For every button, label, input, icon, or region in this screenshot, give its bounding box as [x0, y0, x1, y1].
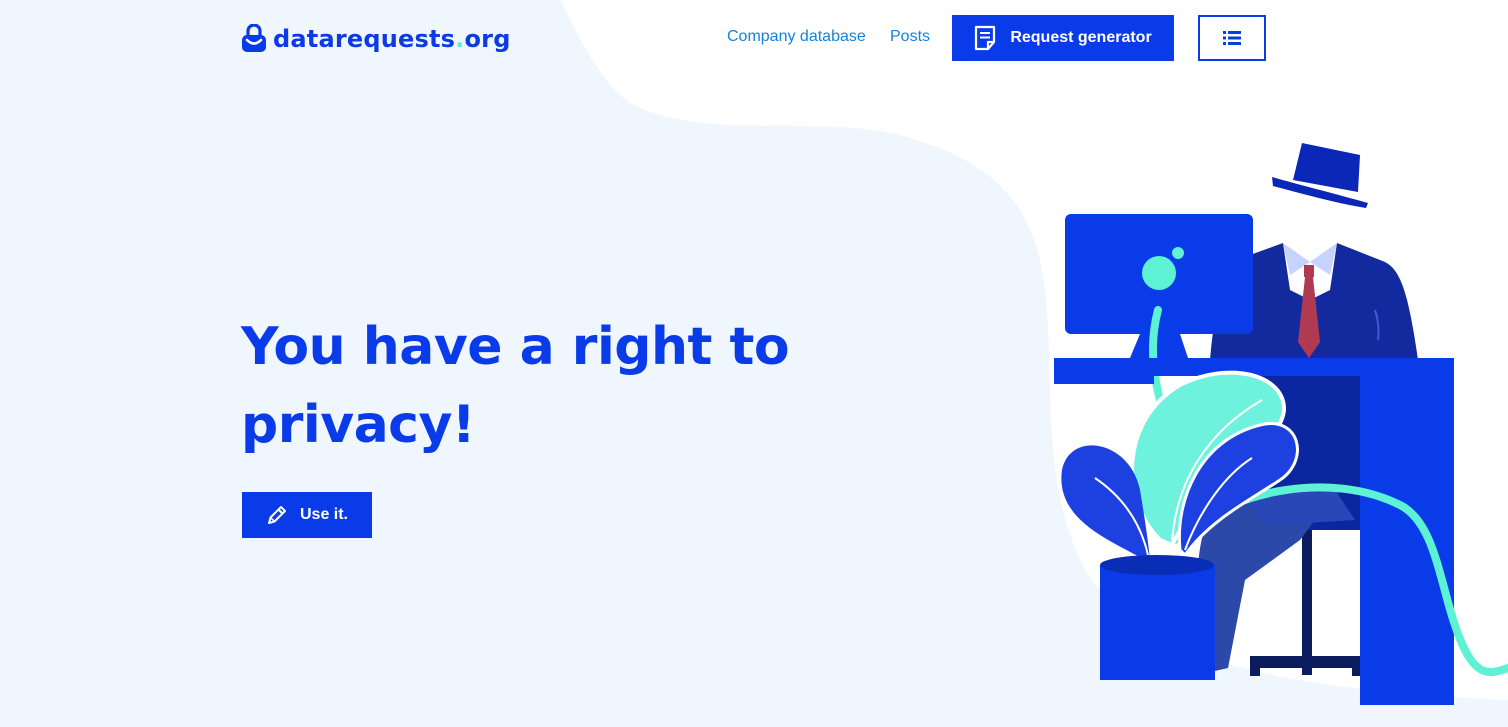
nav-company-database[interactable]: Company database: [727, 28, 866, 46]
use-it-button[interactable]: Use it.: [242, 492, 372, 538]
logo-wordmark: datarequests.org: [273, 25, 511, 53]
request-generator-button[interactable]: Request generator: [952, 15, 1174, 61]
invisible-man-at-desk-illustration: [1054, 143, 1508, 705]
lock-bag-icon: [242, 24, 266, 52]
list-icon: [1223, 31, 1241, 45]
site-header: datarequests.org Company database Posts …: [0, 0, 1508, 80]
request-generator-label: Request generator: [1010, 29, 1152, 46]
hero-section: You have a right to privacy!: [241, 308, 801, 464]
hat: [1272, 143, 1368, 208]
logo-name: datarequests: [273, 25, 456, 53]
menu-button[interactable]: [1198, 15, 1266, 61]
nav-posts[interactable]: Posts: [890, 28, 930, 46]
logo-tld: org: [464, 25, 511, 53]
document-icon: [975, 25, 996, 51]
pencil-icon: [267, 506, 286, 524]
logo[interactable]: datarequests.org: [241, 24, 511, 54]
use-it-label: Use it.: [299, 506, 348, 523]
hero-title: You have a right to privacy!: [241, 317, 790, 455]
